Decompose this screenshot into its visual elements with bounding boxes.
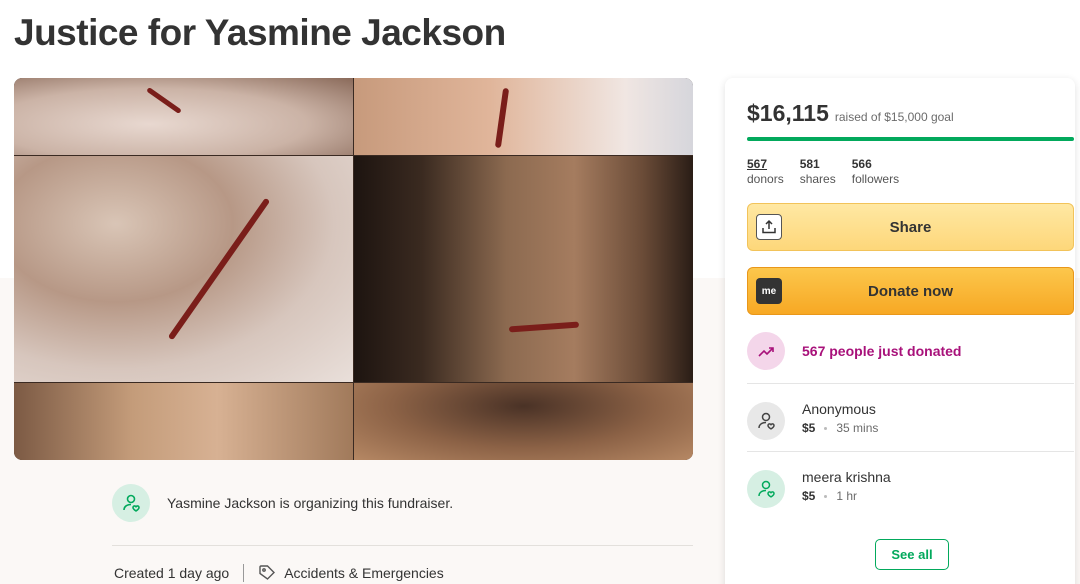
organizer-text: Yasmine Jackson is organizing this fundr… (167, 495, 454, 511)
tag-icon (258, 564, 276, 582)
progress-bar (747, 137, 1074, 141)
meta-separator (243, 564, 245, 582)
donate-label: Donate now (868, 282, 953, 300)
photo-tile (14, 383, 353, 460)
followers-count: 566 (851, 157, 872, 171)
user-heart-icon (112, 484, 150, 522)
progress-fill (747, 137, 1074, 141)
divider (747, 383, 1074, 384)
donation-time: 1 hr (836, 489, 858, 503)
share-upload-icon (756, 214, 782, 240)
followers-label: followers (851, 172, 900, 186)
organizer-row: Yasmine Jackson is organizing this fundr… (112, 484, 453, 522)
trend-text: 567 people just donated (802, 343, 962, 359)
photo-tile (354, 156, 693, 382)
photo-tile (14, 156, 353, 382)
user-heart-icon (747, 470, 785, 508)
category-link[interactable]: Accidents & Emergencies (284, 565, 444, 581)
stat-shares: 581 shares (800, 157, 836, 187)
campaign-photo-collage[interactable] (14, 78, 693, 460)
share-button[interactable]: Share (747, 203, 1074, 251)
trending-up-icon (747, 332, 785, 370)
shares-count: 581 (799, 157, 820, 171)
donation-amount: $5 (802, 421, 816, 435)
donor-name: Anonymous (802, 401, 876, 417)
share-label: Share (889, 218, 932, 236)
see-all-button[interactable]: See all (875, 539, 949, 570)
photo-tile (354, 383, 693, 460)
stat-donors[interactable]: 567 donors (747, 157, 784, 187)
campaign-meta: Created 1 day ago Accidents & Emergencie… (114, 564, 444, 582)
donation-sidebar: $16,115 raised of $15,000 goal 567 donor… (725, 78, 1075, 584)
donation-item: meera krishna $5 1 hr (747, 468, 891, 508)
raised-summary: $16,115 raised of $15,000 goal (747, 100, 954, 127)
donate-button[interactable]: me Donate now (747, 267, 1074, 315)
raised-amount: $16,115 (747, 100, 829, 126)
donation-time: 35 mins (836, 421, 879, 435)
created-date: Created 1 day ago (114, 565, 230, 581)
gofundme-icon: me (756, 278, 782, 304)
dot-separator (824, 426, 828, 430)
user-heart-icon (747, 402, 785, 440)
recent-donations-trend: 567 people just donated (747, 332, 961, 370)
divider (112, 545, 693, 546)
photo-tile (14, 78, 353, 155)
goal-text: raised of $15,000 goal (834, 110, 954, 124)
photo-tile (354, 78, 693, 155)
campaign-stats: 567 donors 581 shares 566 followers (747, 157, 915, 187)
donation-item: Anonymous $5 35 mins (747, 400, 878, 440)
campaign-title: Justice for Yasmine Jackson (14, 12, 506, 53)
dot-separator (824, 494, 828, 498)
divider (747, 451, 1074, 452)
stat-followers: 566 followers (852, 157, 899, 187)
donor-name: meera krishna (802, 469, 891, 485)
shares-label: shares (799, 172, 836, 186)
donors-label: donors (747, 172, 784, 186)
donors-count: 567 (747, 157, 768, 171)
donation-amount: $5 (802, 489, 816, 503)
